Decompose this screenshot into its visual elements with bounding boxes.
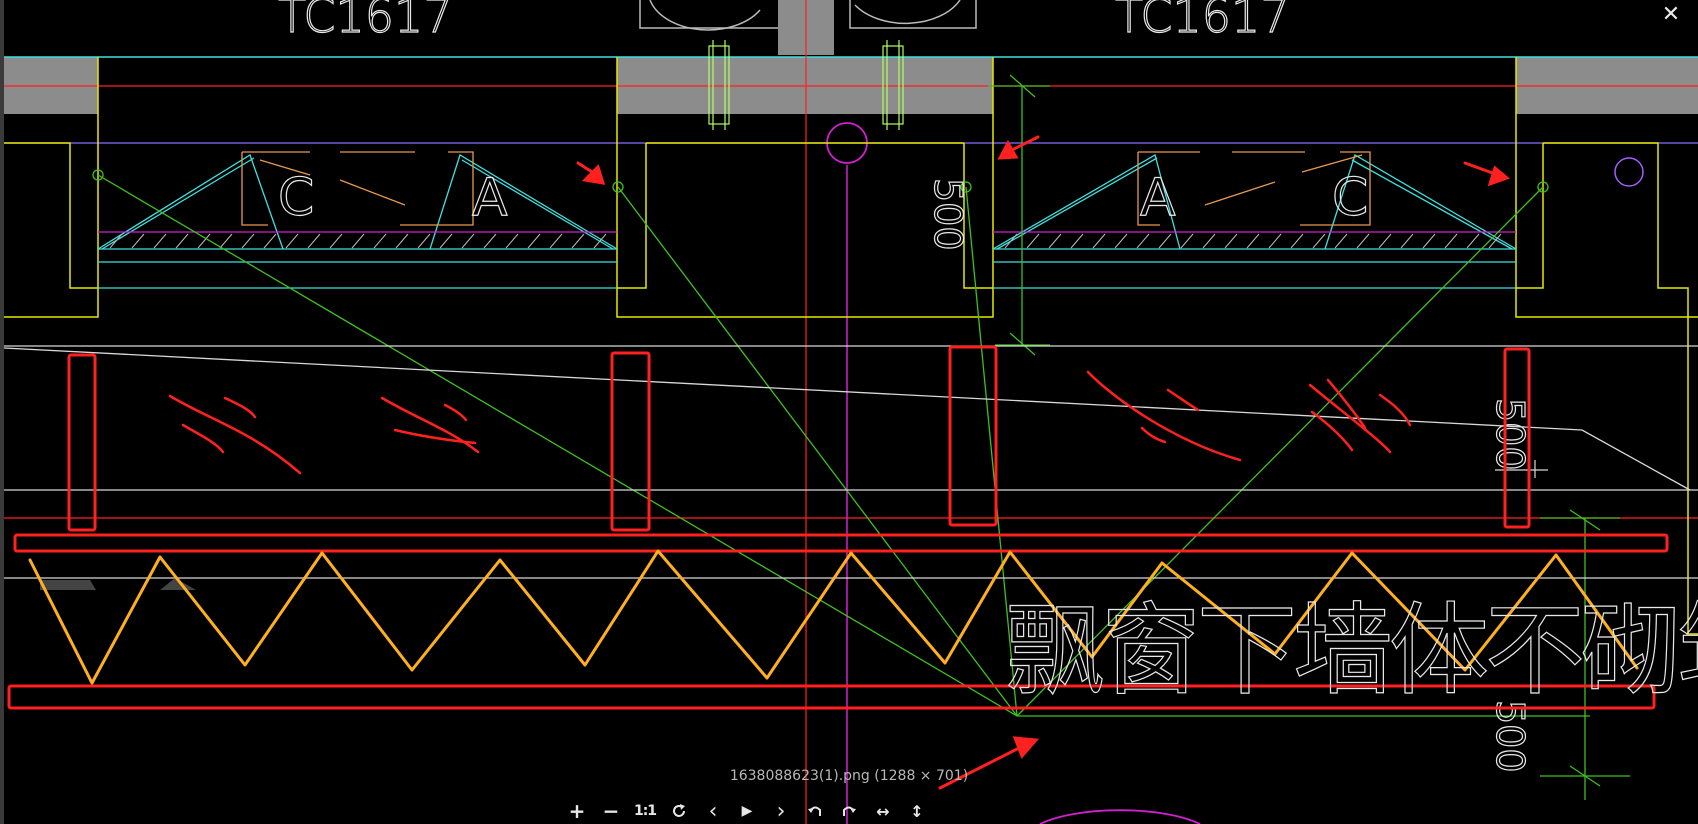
rotate-right-button[interactable] <box>832 798 866 824</box>
zoom-out-button[interactable]: − <box>594 798 628 824</box>
close-button[interactable]: ✕ <box>1658 2 1684 28</box>
viewer-toolbar: + − 1:1 ‹ ▶ › ↔ ↕ <box>560 798 934 824</box>
minus-icon: − <box>602 799 620 823</box>
image-viewer: TC1617 TC1617 C A A C 500 500 500 飘窗下墙体不… <box>0 0 1698 824</box>
dimension-text-a: 500 <box>926 178 970 251</box>
fit-height-button[interactable]: ↕ <box>900 798 934 824</box>
annotation-text: 飘窗下墙体不砌筑 <box>1005 592 1698 709</box>
door-label-a-right: A <box>1140 168 1176 228</box>
dimension-text-b: 500 <box>1488 398 1532 471</box>
undo-icon <box>808 806 821 816</box>
window-tag-right: TC1617 <box>1115 0 1290 43</box>
door-label-c-right: C <box>1332 168 1368 228</box>
zoom-in-button[interactable]: + <box>560 798 594 824</box>
rotate-button[interactable] <box>662 798 696 824</box>
rotate-left-button[interactable] <box>798 798 832 824</box>
cad-drawing-image: TC1617 TC1617 C A A C 500 500 500 飘窗下墙体不… <box>0 0 1698 824</box>
play-icon: ▶ <box>741 803 753 819</box>
arrows-horizontal-icon: ↔ <box>876 801 890 821</box>
next-button[interactable]: › <box>764 798 798 824</box>
fit-width-button[interactable]: ↔ <box>866 798 900 824</box>
chevron-left-icon: ‹ <box>708 798 718 824</box>
file-caption: 1638088623(1).png (1288 × 701) <box>729 768 969 784</box>
door-label-c-left: C <box>278 168 314 228</box>
window-tag-left: TC1617 <box>278 0 453 43</box>
chevron-right-icon: › <box>776 798 786 824</box>
arrows-vertical-icon: ↕ <box>910 801 924 821</box>
dimension-text-c: 500 <box>1488 700 1532 773</box>
door-label-a-left: A <box>472 168 508 228</box>
actual-size-button[interactable]: 1:1 <box>628 798 662 824</box>
refresh-icon <box>673 804 685 817</box>
previous-button[interactable]: ‹ <box>696 798 730 824</box>
plus-icon: + <box>568 799 586 823</box>
redo-icon <box>843 806 856 816</box>
actual-size-label: 1:1 <box>633 803 657 819</box>
play-button[interactable]: ▶ <box>730 798 764 824</box>
